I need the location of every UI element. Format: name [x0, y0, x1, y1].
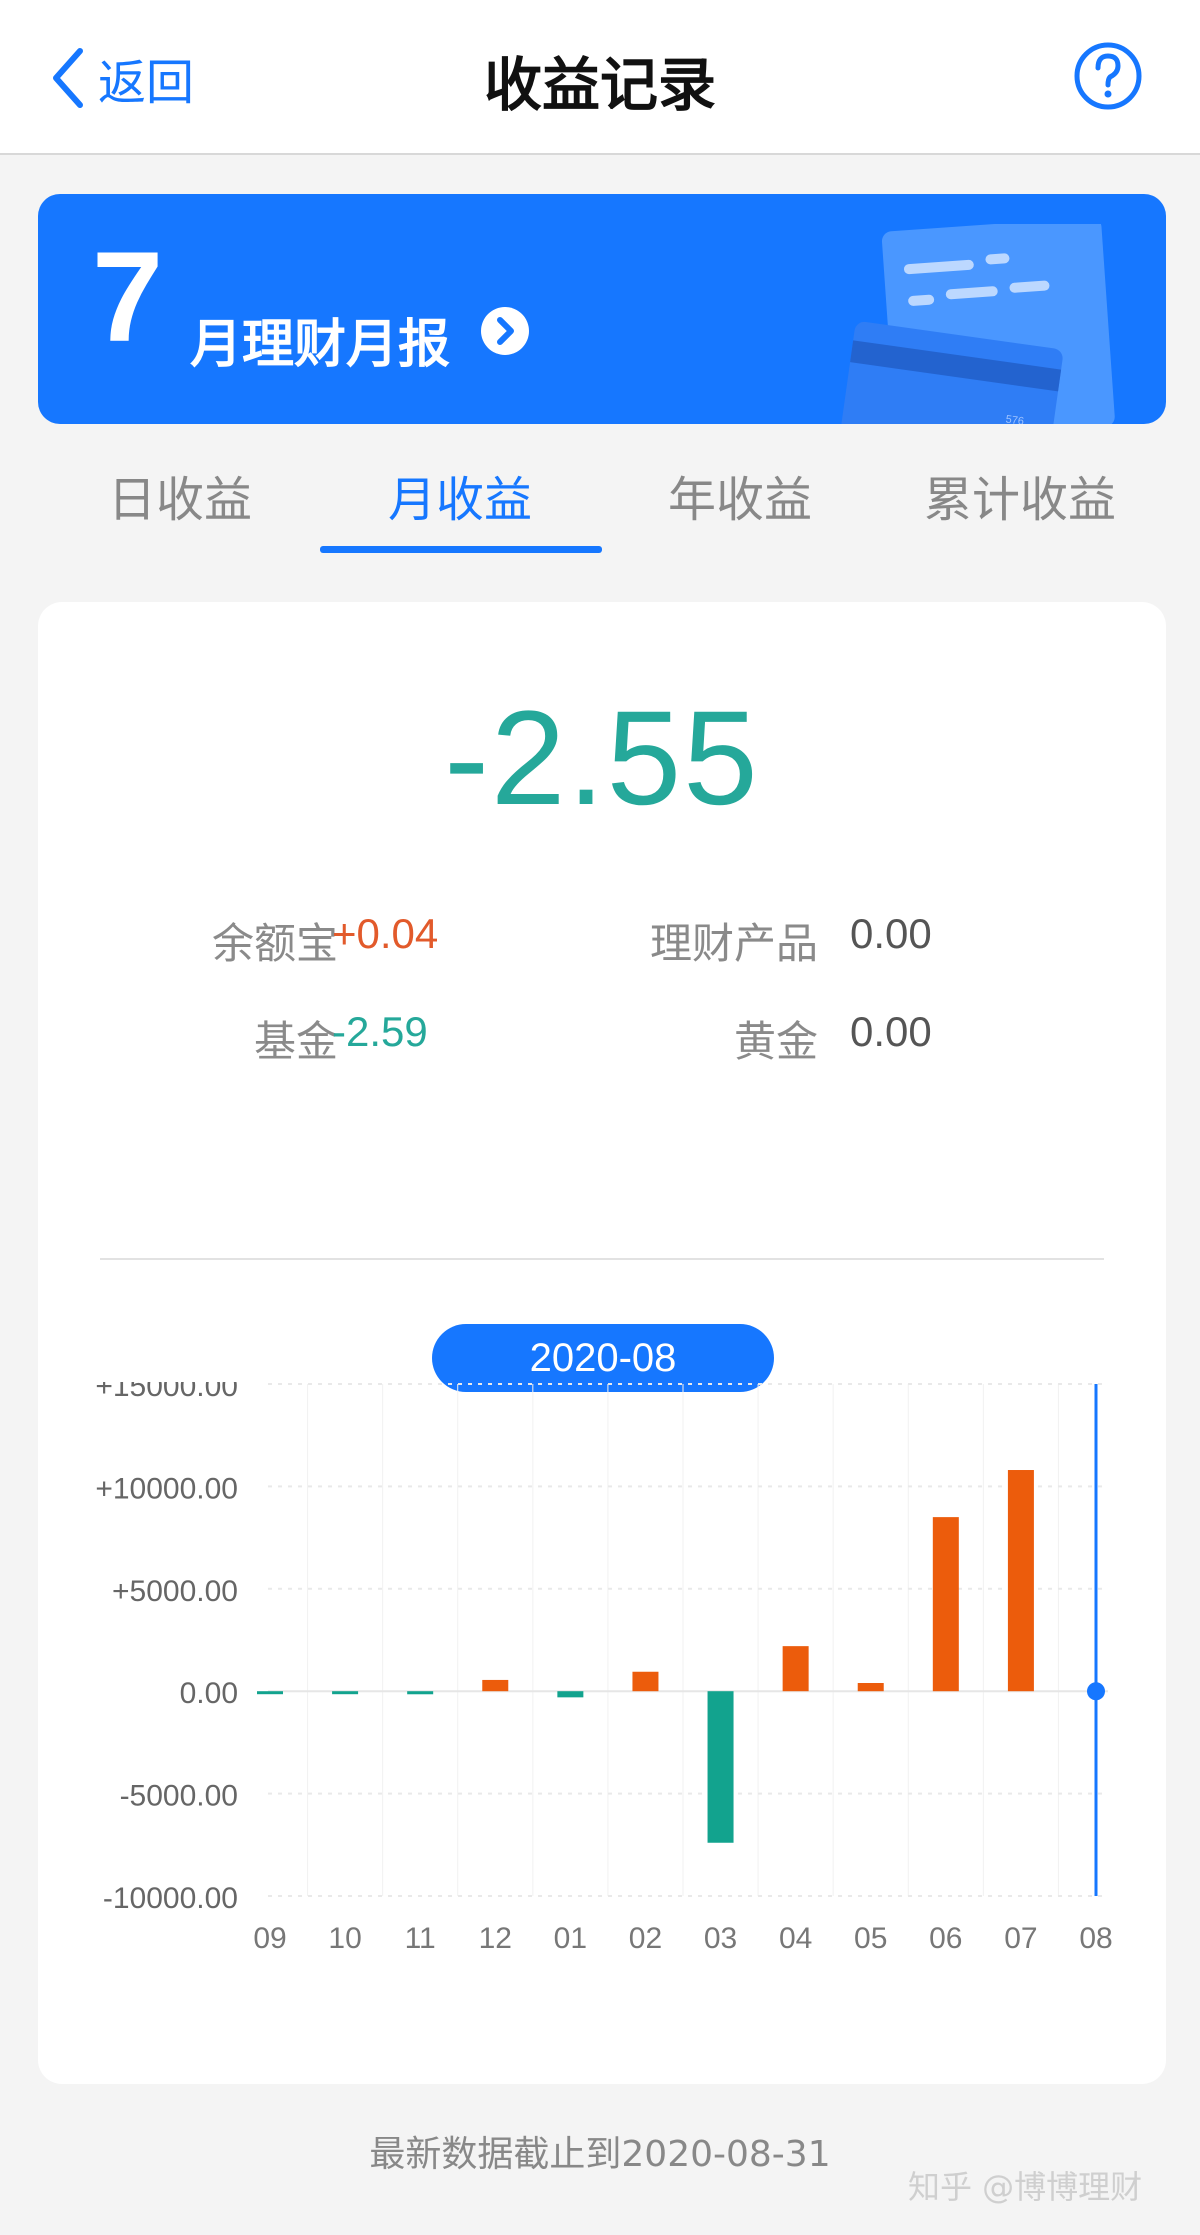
report-month-number: 7 — [92, 226, 164, 369]
x-tick-label: 04 — [779, 1922, 812, 1955]
bar-02[interactable] — [632, 1671, 659, 1692]
chevron-right-circle-icon — [481, 307, 529, 355]
x-tick-label: 01 — [554, 1922, 587, 1955]
x-tick-label: 05 — [854, 1922, 887, 1955]
card-number-text: 576 — [1005, 413, 1025, 424]
monthly-report-banner[interactable]: 576 7 月理财月报 — [38, 194, 1166, 424]
y-tick-label: +10000.00 — [95, 1472, 238, 1505]
bar-10[interactable] — [332, 1691, 359, 1695]
period-tabs: 日收益 月收益 年收益 累计收益 — [40, 440, 1160, 555]
wealth-product-label: 理财产品 — [649, 919, 818, 968]
watermark-text: 知乎 @博博理财 — [908, 2168, 1143, 2206]
selected-month-dot — [1087, 1682, 1105, 1701]
tab-daily[interactable]: 日收益 — [40, 460, 320, 530]
earnings-card: -2.55 余额宝 +0.04 理财产品 0.00 基金 -2.59 黄金 0.… — [38, 602, 1166, 2084]
bar-01[interactable] — [557, 1691, 584, 1698]
nav-header: 返回 收益记录 — [0, 0, 1200, 155]
question-circle-icon[interactable] — [1072, 40, 1144, 112]
page: 返回 收益记录 576 7 月理财月报 日收益 月收益 年收益 累计收益 -2.… — [0, 0, 1200, 2235]
page-title: 收益记录 — [483, 51, 716, 119]
bar-12[interactable] — [482, 1679, 509, 1692]
x-tick-label: 12 — [479, 1922, 512, 1955]
yuebao-label: 余额宝 — [211, 919, 338, 968]
section-divider — [100, 1258, 1104, 1260]
fund-value: -2.59 — [332, 1008, 428, 1055]
monthly-earnings-chart[interactable]: +15000.00 +10000.00 +5000.00 0.00 -5000.00 -1… — [38, 1382, 1166, 2002]
bar-11[interactable] — [407, 1691, 434, 1695]
yuebao-value: +0.04 — [332, 910, 439, 957]
bar-06[interactable] — [932, 1517, 959, 1692]
gold-label: 黄金 — [733, 1017, 818, 1066]
bar-04[interactable] — [782, 1646, 809, 1692]
x-tick-label: 09 — [253, 1922, 286, 1955]
y-tick-label: -10000.00 — [103, 1882, 238, 1915]
bar-05[interactable] — [857, 1683, 884, 1692]
gold-value: 0.00 — [850, 1008, 932, 1055]
y-tick-label: 0.00 — [180, 1677, 238, 1710]
y-tick-label: -5000.00 — [120, 1780, 238, 1813]
wealth-product-value: 0.00 — [850, 910, 932, 957]
tab-cumulative[interactable]: 累计收益 — [880, 460, 1160, 530]
x-tick-label: 08 — [1079, 1922, 1112, 1955]
y-tick-label: +15000.00 — [95, 1382, 238, 1403]
bar-09[interactable] — [257, 1691, 283, 1695]
document-card-illustration: 576 — [840, 224, 1115, 424]
active-tab-indicator — [320, 546, 602, 553]
x-tick-label: 02 — [629, 1922, 662, 1955]
tab-monthly[interactable]: 月收益 — [320, 460, 600, 530]
x-tick-label: 03 — [704, 1922, 737, 1955]
bar-07[interactable] — [1007, 1470, 1034, 1692]
fund-label: 基金 — [253, 1017, 338, 1066]
report-title: 月理财月报 — [190, 315, 451, 375]
y-tick-label: +5000.00 — [112, 1575, 238, 1608]
x-tick-label: 07 — [1004, 1922, 1037, 1955]
x-tick-label: 10 — [328, 1922, 361, 1955]
bar-03[interactable] — [707, 1691, 734, 1843]
x-tick-label: 11 — [405, 1922, 436, 1955]
total-earnings-value: -2.55 — [444, 684, 760, 833]
tab-yearly[interactable]: 年收益 — [600, 460, 880, 530]
x-tick-label: 06 — [929, 1922, 962, 1955]
